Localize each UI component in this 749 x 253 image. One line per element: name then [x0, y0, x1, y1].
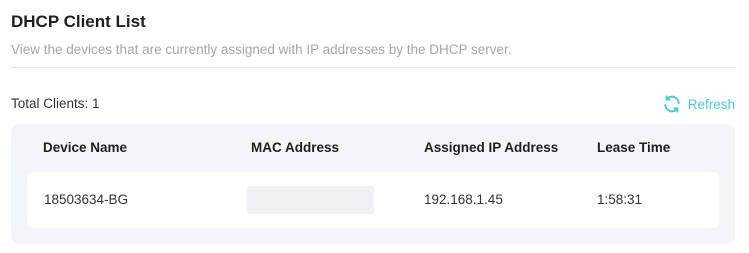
- divider: [11, 67, 735, 68]
- page-title: DHCP Client List: [11, 12, 146, 31]
- refresh-icon: [662, 94, 682, 114]
- column-header-assigned-ip: Assigned IP Address: [424, 140, 559, 155]
- refresh-button[interactable]: Refresh: [662, 94, 735, 114]
- client-table: Device Name MAC Address Assigned IP Addr…: [11, 124, 735, 244]
- page-description: View the devices that are currently assi…: [11, 42, 512, 57]
- dhcp-client-list-page: DHCP Client List View the devices that a…: [0, 0, 749, 253]
- cell-device-name: 18503634-BG: [44, 192, 129, 207]
- column-header-device-name: Device Name: [43, 140, 128, 155]
- cell-ip-address: 192.168.1.45: [424, 192, 503, 207]
- cell-lease-time: 1:58:31: [597, 192, 643, 207]
- column-header-lease-time: Lease Time: [597, 140, 671, 155]
- table-row: 18503634-BG 192.168.1.45 1:58:31: [27, 172, 719, 228]
- column-header-mac-address: MAC Address: [251, 140, 340, 155]
- total-clients-label: Total Clients: 1: [11, 96, 100, 111]
- refresh-label: Refresh: [687, 96, 735, 112]
- table-header: Device Name MAC Address Assigned IP Addr…: [11, 124, 735, 172]
- cell-mac-address-redacted: [247, 186, 374, 214]
